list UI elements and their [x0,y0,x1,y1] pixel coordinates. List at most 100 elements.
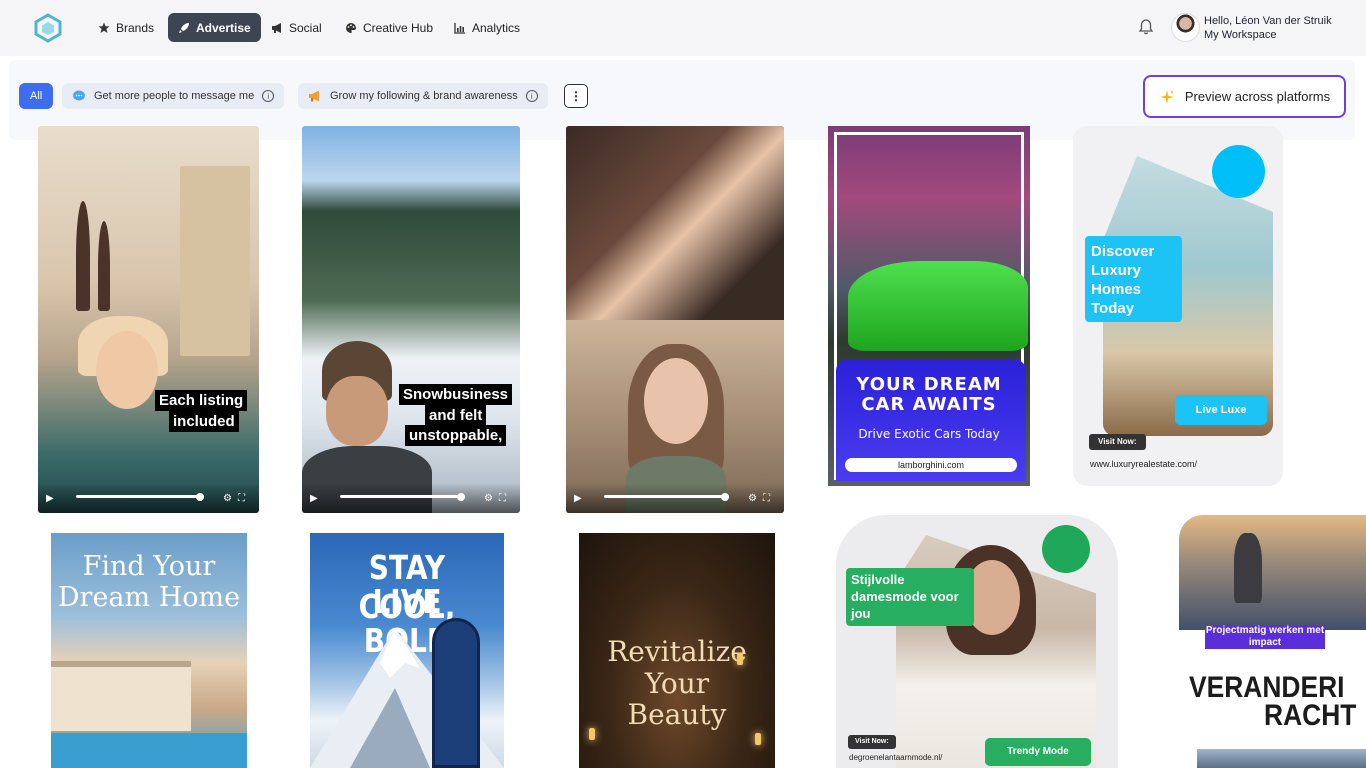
nav-advertise[interactable]: Advertise [168,13,261,42]
megaphone-icon [272,22,281,33]
progress-handle[interactable] [457,493,465,501]
snow-caption-line-3: unstoppable, [405,425,507,446]
pool-shape [51,733,247,768]
house-shape [51,661,191,731]
candle-icon [755,733,761,745]
nav-creative-hub-label: Creative Hub [363,20,434,35]
green-circle [1042,525,1090,573]
preview-button-label: Preview across platforms [1184,89,1331,104]
worker-shape [1234,533,1262,603]
beauty-title-line-2: Your [644,667,710,700]
listing-caption-line-1: Each listing [155,390,248,411]
candle-icon [589,728,595,740]
play-icon[interactable]: ▶ [574,493,582,504]
filter-all-label: All [30,90,43,102]
chat-bubble-icon [73,90,85,101]
palette-icon [346,22,356,33]
nav-analytics-label: Analytics [472,20,521,35]
luxury-url[interactable]: www.luxuryrealestate.com/ [1090,459,1197,469]
progress-bar[interactable] [604,495,729,498]
nav-advertise-label: Advertise [196,20,251,35]
progress-bar[interactable] [340,495,465,498]
filter-all[interactable]: All [19,83,54,109]
city-image [1197,749,1366,768]
filter-message[interactable]: Get more people to message me i [62,83,285,109]
info-icon[interactable]: i [525,90,538,102]
person-face-shape [96,331,158,409]
cabinet-shape [180,166,250,356]
home-title-line-1: Find Your [82,551,216,582]
ad-card-car[interactable]: YOUR DREAM CAR AWAITS Drive Exotic Cars … [828,126,1030,486]
nav-social[interactable]: Social [261,13,332,42]
fashion-title: Stijlvolle damesmode voor jou [846,568,974,626]
project-title-line-2: RACHT [1264,699,1357,732]
person-face-shape [644,358,708,444]
workspace-name: My Workspace [1204,29,1277,41]
progress-handle[interactable] [196,493,204,501]
nav-creative-hub[interactable]: Creative Hub [335,13,443,42]
rocket-icon [179,22,189,33]
beauty-title-line-1: Revitalize [607,635,747,668]
logo-icon[interactable] [33,13,63,43]
video-controls[interactable]: ▶ ⚙⛶ [302,483,520,513]
car-url-pill[interactable]: lamborghini.com [845,458,1017,472]
star-icon [98,22,110,33]
filter-awareness-label: Grow my following & brand awareness [330,90,518,102]
play-icon[interactable]: ▶ [46,493,54,504]
person-face-shape [326,376,388,446]
user-info[interactable]: Hello, Léon Van der Struik My Workspace [1204,14,1332,42]
car-title-line-2: CAR AWAITS [861,394,997,415]
nav-brands-label: Brands [116,20,155,35]
massage-image [566,126,784,320]
snowboard-shape [432,618,480,768]
user-greeting: Hello, Léon Van der Struik [1204,15,1332,27]
filter-awareness[interactable]: Grow my following & brand awareness i [298,83,548,109]
fashion-url[interactable]: degroenelantaarnmode.nl/ [849,753,942,762]
beauty-title-line-3: Beauty [627,698,727,731]
blue-circle [1212,145,1265,198]
vase-shape [98,221,110,311]
nav-analytics[interactable]: Analytics [444,13,530,42]
preview-across-platforms-button[interactable]: Preview across platforms [1143,75,1346,118]
ad-card-spa-video[interactable]: ▶ ⚙⛶ [566,126,784,513]
avatar[interactable] [1171,13,1200,42]
top-navigation: Brands Advertise Social Creative Hub Ana… [0,0,1366,56]
video-controls[interactable]: ▶ ⚙⛶ [566,483,784,513]
ad-card-projectmatig[interactable]: Projectmatig werken met impact VERANDERI… [1179,515,1366,768]
home-title-line-2: Dream Home [57,582,241,613]
chart-icon [454,22,465,34]
ad-card-listing-video[interactable]: Each listing included ▶ ⚙⛶ [38,126,259,513]
bell-icon[interactable] [1137,18,1155,36]
ad-card-stay-cool[interactable]: STAY COOL, LIVE BOLD [310,533,504,768]
fashion-visit-badge: Visit Now: [848,735,896,749]
luxury-title: Discover Luxury Homes Today [1085,236,1182,322]
snow-caption-line-1: Snowbusiness [399,384,513,405]
settings-fullscreen-icons[interactable]: ⚙⛶ [484,493,512,504]
ad-card-dream-home[interactable]: Find Your Dream Home [51,533,247,768]
nav-brands[interactable]: Brands [88,13,164,42]
listing-caption-line-2: included [169,411,239,432]
play-icon[interactable]: ▶ [310,493,318,504]
sparkle-icon [1159,89,1174,104]
vase-shape [76,201,90,311]
fashion-cta-button[interactable]: Trendy Mode [985,738,1091,766]
green-car-shape [848,261,1028,351]
filter-message-label: Get more people to message me [94,90,255,102]
candle-icon [737,653,743,665]
ad-card-fashion[interactable]: Stijlvolle damesmode voor jou Trendy Mod… [836,515,1118,768]
ad-card-luxury-homes[interactable]: Discover Luxury Homes Today Live Luxe Vi… [1073,126,1283,486]
ad-card-revitalize-beauty[interactable]: Revitalize Your Beauty [579,533,775,768]
progress-handle[interactable] [721,493,729,501]
megaphone-icon [309,90,319,102]
ad-card-snow-video[interactable]: Snowbusiness and felt unstoppable, ▶ ⚙⛶ [302,126,520,513]
settings-fullscreen-icons[interactable]: ⚙⛶ [748,493,776,504]
video-controls[interactable]: ▶ ⚙⛶ [38,483,259,513]
info-icon[interactable]: i [262,90,275,102]
car-subtitle: Drive Exotic Cars Today [858,427,1000,441]
more-options-button[interactable]: ⋮ [564,84,588,108]
nav-social-label: Social [289,20,322,35]
solar-roof-image [1179,515,1366,630]
luxury-cta-button[interactable]: Live Luxe [1175,395,1267,425]
settings-fullscreen-icons[interactable]: ⚙⛶ [223,493,251,504]
progress-bar[interactable] [76,495,204,498]
